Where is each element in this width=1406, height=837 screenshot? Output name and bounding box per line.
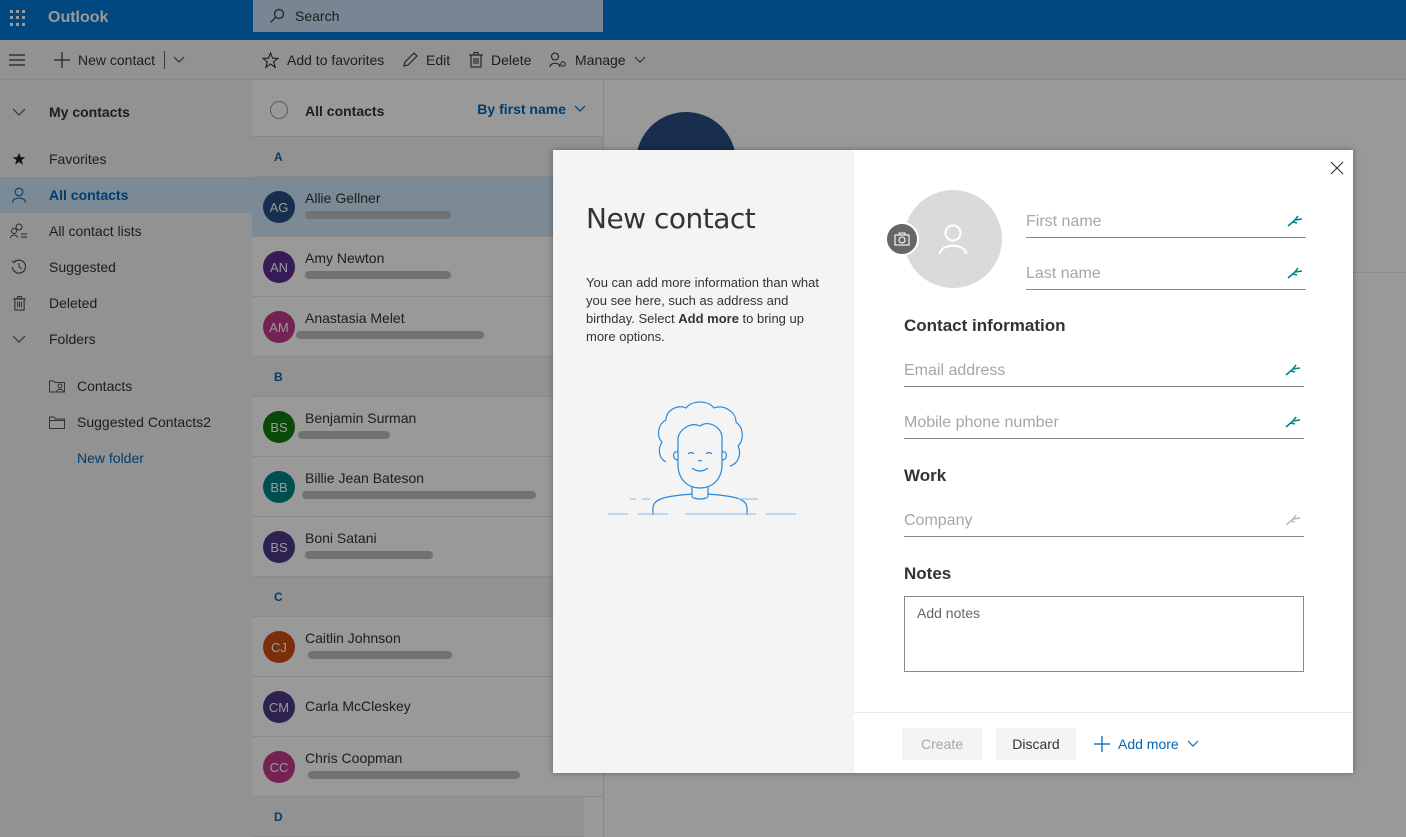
close-icon [1330, 161, 1344, 175]
email-input[interactable] [904, 361, 1304, 380]
discard-button[interactable]: Discard [996, 728, 1076, 760]
create-button[interactable]: Create [902, 728, 982, 760]
pin-icon [1285, 514, 1301, 526]
person-icon [939, 224, 967, 255]
close-button[interactable] [1327, 158, 1347, 178]
pin-icon [1287, 267, 1303, 279]
dialog-footer: Create Discard Add more [854, 712, 1353, 773]
email-field[interactable] [904, 355, 1304, 387]
pin-icon [1285, 416, 1301, 428]
last-name-field[interactable] [1026, 258, 1306, 290]
dialog-title: New contact [586, 202, 756, 235]
contact-info-heading: Contact information [904, 316, 1066, 335]
notes-heading: Notes [904, 564, 952, 583]
pin-icon [1285, 364, 1301, 376]
company-input[interactable] [904, 511, 1304, 530]
plus-icon [1094, 736, 1110, 752]
mobile-phone-field[interactable] [904, 407, 1304, 439]
last-name-input[interactable] [1026, 264, 1306, 283]
new-contact-dialog: New contact You can add more information… [553, 150, 1353, 773]
dialog-info-panel: New contact You can add more information… [553, 150, 854, 773]
chevron-down-icon [1187, 740, 1199, 747]
desc-bold-text: Add more [678, 311, 739, 326]
dialog-description: You can add more information than what y… [586, 274, 826, 346]
first-name-input[interactable] [1026, 212, 1306, 231]
notes-box[interactable] [904, 596, 1304, 672]
notes-input[interactable] [905, 597, 1303, 671]
add-photo-button[interactable] [885, 222, 919, 256]
pin-icon [1287, 215, 1303, 227]
add-more-label: Add more [1118, 736, 1179, 752]
work-heading: Work [904, 466, 947, 485]
company-field[interactable] [904, 505, 1304, 537]
first-name-field[interactable] [1026, 206, 1306, 238]
mobile-phone-input[interactable] [904, 413, 1304, 432]
person-illustration [608, 401, 796, 515]
camera-icon [894, 232, 910, 246]
add-more-button[interactable]: Add more [1094, 728, 1199, 760]
